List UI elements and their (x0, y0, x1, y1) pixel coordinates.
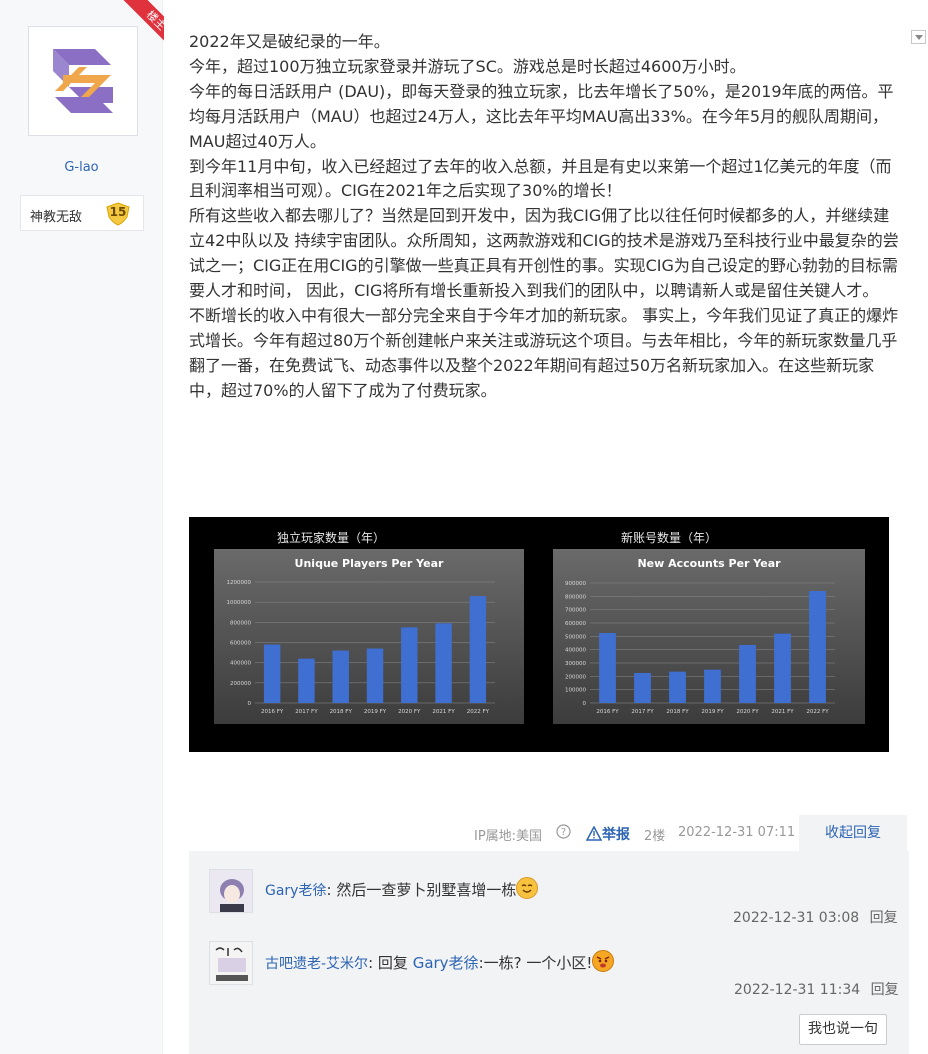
chart-bar (263, 644, 281, 703)
report-label: 举报 (602, 827, 630, 843)
chart-bar (332, 650, 349, 703)
chart-bar (435, 623, 452, 703)
reply-avatar[interactable] (209, 869, 253, 913)
chart-xtick-label: 2021 FY (771, 709, 794, 715)
chart-ytick-label: 1000000 (227, 600, 252, 606)
reply-text: 然后一查萝卜别墅喜增一栋 (336, 881, 517, 899)
reply-action-button[interactable]: 回复 (871, 982, 899, 998)
chart-ytick-label: 1200000 (227, 580, 252, 586)
chart-caption: 新账号数量（年） (621, 530, 717, 545)
chart-bar (669, 671, 686, 703)
chart-ytick-label: 0 (583, 701, 587, 707)
chart-title: New Accounts Per Year (637, 557, 781, 570)
chart-xtick-label: 2016 FY (596, 709, 619, 715)
chart-xtick-label: 2019 FY (701, 709, 724, 715)
chart-ytick-label: 400000 (565, 648, 586, 654)
chart-ytick-label: 500000 (565, 634, 586, 640)
reply-avatar[interactable] (209, 941, 253, 985)
reply-username[interactable]: Gary老徐 (265, 883, 326, 899)
chart-ytick-label: 700000 (565, 608, 586, 614)
chart-xtick-label: 2021 FY (432, 709, 455, 715)
post-menu-dropdown[interactable] (911, 30, 926, 44)
chart-xtick-label: 2017 FY (631, 709, 654, 715)
chart-bar (774, 633, 791, 703)
chart-ytick-label: 600000 (565, 621, 586, 627)
reply-username[interactable]: 古吧遗老-艾米尔 (265, 956, 368, 972)
author-sidebar: G-lao 神教无敌 15 (0, 0, 163, 1054)
original-poster-label: 楼主 (121, 0, 164, 54)
level-shield-icon: 15 (105, 202, 131, 226)
chart-xtick-label: 2016 FY (261, 709, 284, 715)
post-paragraph: 所有这些收入都去哪儿了？当然是回到开发中，因为我CIG佣了比以往任何时候都多的人… (189, 206, 899, 301)
reply-action-button[interactable]: 回复 (870, 910, 898, 926)
report-link[interactable]: 举报 (585, 824, 630, 844)
chart-bar (704, 669, 721, 703)
chart-xtick-label: 2018 FY (666, 709, 689, 715)
post-paragraph: 今年的每日活跃用户 (DAU)，即每天登录的独立玩家，比去年增长了50%，是20… (189, 81, 894, 151)
charts-svg: 独立玩家数量（年） Unique Players Per Year 0 200000 4… (214, 530, 865, 724)
chart-ytick-label: 800000 (565, 594, 586, 600)
post-meta-bar: IP属地:美国 ? 举报 2楼 2022-12-31 07:11 收起回复 (189, 815, 909, 851)
chart-title: Unique Players Per Year (295, 557, 444, 570)
chart-ytick-label: 800000 (230, 620, 251, 626)
chart-xtick-label: 2022 FY (806, 709, 829, 715)
chart-bar (469, 596, 487, 703)
author-level-badge[interactable]: 神教无敌 15 (20, 195, 144, 231)
reply-content: 古吧遗老-艾米尔: 回复 Gary老徐:一栋? 一个小区! (265, 950, 615, 973)
reply-time: 2022-12-31 11:34 (734, 982, 861, 998)
level-number: 15 (109, 205, 127, 219)
chart-ytick-label: 100000 (565, 688, 586, 694)
reply-meta: 2022-12-31 11:34 回复 (734, 979, 899, 999)
reply-separator: : (326, 881, 332, 899)
chart-ytick-label: 600000 (230, 641, 251, 647)
original-poster-badge: 楼主 (110, 0, 164, 54)
post-paragraph: 到今年11月中旬，收入已经超过了去年的收入总额，并且是有史以来第一个超过1亿美元… (189, 156, 892, 201)
reply-content: Gary老徐: 然后一查萝卜别墅喜增一栋 (265, 877, 539, 900)
chart-ytick-label: 200000 (565, 674, 586, 680)
chart-ytick-label: 900000 (565, 581, 586, 587)
ip-location: IP属地:美国 (474, 829, 543, 844)
chart-ytick-label: 300000 (565, 661, 586, 667)
reply-mention[interactable]: Gary老徐 (413, 954, 479, 972)
chart-bar (298, 658, 315, 703)
angry-emoji-icon (592, 950, 615, 972)
add-reply-button[interactable]: 我也说一句 (799, 1014, 887, 1045)
chart-ytick-label: 0 (248, 701, 252, 707)
chart-bar (809, 591, 826, 703)
chart-bar (599, 633, 616, 703)
chart-bar (401, 627, 418, 703)
post-content: 2022年又是破纪录的一年。 今年，超过100万独立玩家登录并游玩了SC。游戏总… (189, 30, 901, 404)
chart-xtick-label: 2022 FY (467, 709, 490, 715)
reply-separator: : (368, 954, 374, 972)
warning-icon (585, 825, 603, 841)
author-username[interactable]: G-lao (0, 160, 163, 175)
svg-text:?: ? (561, 827, 566, 838)
chart-bar (634, 673, 651, 703)
reply-time: 2022-12-31 03:08 (733, 910, 860, 926)
chart-xtick-label: 2020 FY (398, 709, 421, 715)
level-title: 神教无敌 (30, 210, 83, 225)
collapse-replies-button[interactable]: 收起回复 (799, 815, 907, 851)
reply-prefix: 回复 (377, 954, 408, 972)
post-chart-image[interactable]: 独立玩家数量（年） Unique Players Per Year 0 200000 4… (189, 517, 889, 752)
post-paragraph: 不断增长的收入中有很大一部分完全来自于今年才加的新玩家。 事实上，今年我们见证了… (189, 305, 899, 400)
post-time: 2022-12-31 07:11 (678, 825, 796, 840)
post-paragraph: 2022年又是破纪录的一年。 (189, 32, 390, 51)
post-paragraph: 今年，超过100万独立玩家登录并游玩了SC。游戏总是时长超过4600万小时。 (189, 56, 746, 76)
chart-bar (366, 648, 384, 703)
chart-xtick-label: 2019 FY (364, 709, 387, 715)
reply-meta: 2022-12-31 03:08 回复 (733, 907, 898, 927)
chart-caption: 独立玩家数量（年） (277, 530, 385, 545)
help-icon[interactable]: ? (556, 824, 571, 843)
chart-ytick-label: 200000 (230, 681, 251, 687)
floor-number: 2楼 (644, 829, 666, 844)
chart-xtick-label: 2017 FY (295, 709, 318, 715)
smile-emoji-icon (516, 877, 539, 899)
chart-xtick-label: 2020 FY (736, 709, 759, 715)
chart-bar (739, 645, 756, 703)
reply-list: Gary老徐: 然后一查萝卜别墅喜增一栋 2022-12-31 03:08 回复… (189, 851, 909, 1054)
reply-text: :一栋? 一个小区! (478, 954, 593, 972)
chart-xtick-label: 2018 FY (330, 709, 353, 715)
chart-ytick-label: 400000 (230, 661, 251, 667)
